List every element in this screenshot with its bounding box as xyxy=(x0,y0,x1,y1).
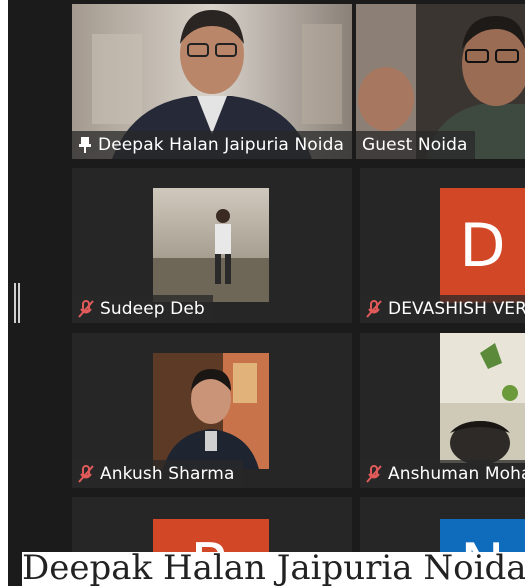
participant-name-bar: Deepak Halan Jaipuria Noida xyxy=(72,131,352,159)
mic-off-icon xyxy=(366,300,382,318)
participant-tile[interactable]: Guest Noida xyxy=(356,4,525,159)
panel-resize-handle[interactable] xyxy=(14,283,20,323)
participant-name: Anshuman Moha xyxy=(388,464,525,484)
participant-tile[interactable]: D DEVASHISH VERM xyxy=(360,168,525,323)
participant-name-bar: Anshuman Moha xyxy=(360,460,525,488)
participant-tile[interactable]: Anshuman Moha xyxy=(360,333,525,488)
participant-tile[interactable]: Deepak Halan Jaipuria Noida xyxy=(72,4,352,159)
participant-video xyxy=(440,333,525,463)
participant-name: Sudeep Deb xyxy=(100,299,205,319)
mic-off-icon xyxy=(78,300,94,318)
avatar-initial: D xyxy=(459,210,506,281)
left-rail xyxy=(8,0,70,586)
participant-name: Guest Noida xyxy=(362,135,468,155)
participant-tile[interactable]: Ankush Sharma xyxy=(72,333,352,488)
participant-photo xyxy=(153,353,269,469)
participant-name-bar: DEVASHISH VERM xyxy=(360,295,525,323)
participant-photo xyxy=(153,188,269,302)
participant-avatar: D xyxy=(440,188,525,303)
participant-name: Ankush Sharma xyxy=(100,464,235,484)
participant-name: DEVASHISH VERM xyxy=(388,299,525,319)
participant-tile[interactable]: Sudeep Deb xyxy=(72,168,352,323)
mic-off-icon xyxy=(78,465,94,483)
pin-icon[interactable] xyxy=(78,136,92,154)
participant-name-bar: Sudeep Deb xyxy=(72,295,213,323)
mic-off-icon xyxy=(366,465,382,483)
caption-text: Deepak Halan Jaipuria Noida xyxy=(22,552,525,586)
participant-name-bar: Guest Noida xyxy=(356,131,476,159)
participant-name-bar: Ankush Sharma xyxy=(72,460,243,488)
caption-overlay: Deepak Halan Jaipuria Noida xyxy=(0,552,525,586)
participant-name: Deepak Halan Jaipuria Noida xyxy=(98,135,344,155)
